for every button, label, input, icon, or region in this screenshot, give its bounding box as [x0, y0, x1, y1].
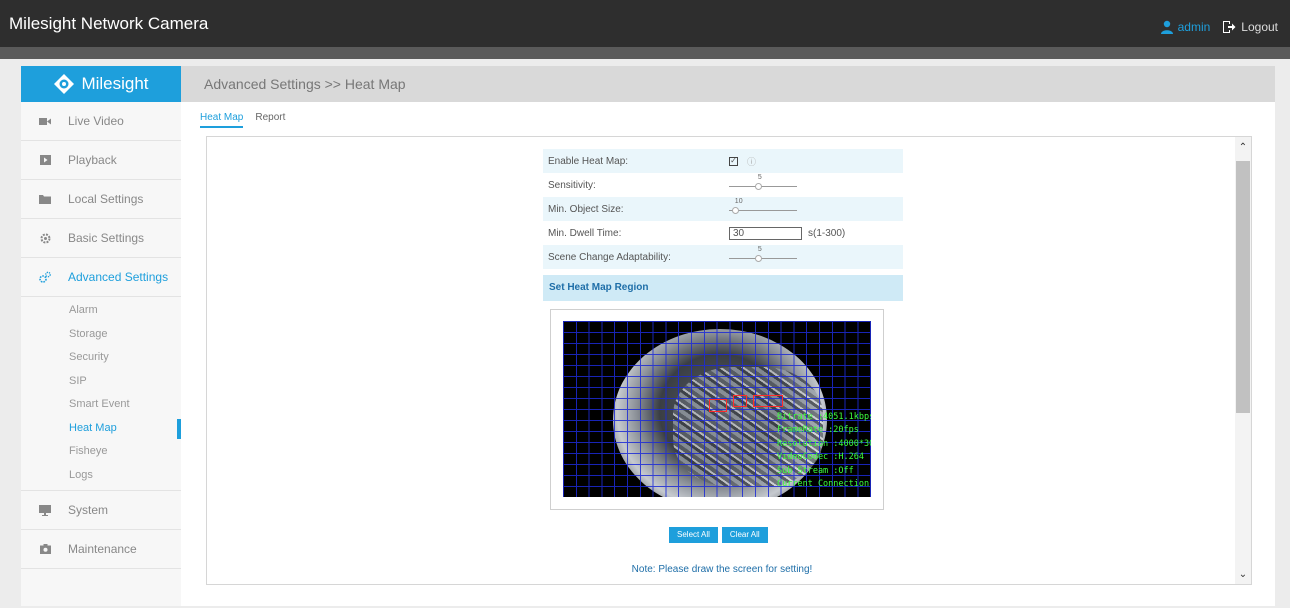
user-icon — [1160, 20, 1173, 34]
sidebar-item-local-settings[interactable]: Local Settings — [21, 180, 181, 219]
sidebar-item-label: Local Settings — [68, 192, 144, 206]
row-scene-change: Scene Change Adaptability: 5 — [543, 245, 903, 269]
main-content: Advanced Settings >> Heat Map Heat Map R… — [181, 66, 1275, 606]
camera-icon — [39, 543, 51, 555]
sidebar-subitem-storage[interactable]: Storage — [21, 323, 181, 347]
row-min-dwell-time: Min. Dwell Time: 30 s(1-300) — [543, 221, 903, 245]
logout-icon[interactable] — [1222, 20, 1236, 34]
video-osd: Bitrate :4051.1kbps FrameRate :20fps Resol… — [777, 411, 871, 491]
min-dwell-time-input[interactable]: 30 — [729, 226, 802, 240]
sidebar-item-basic-settings[interactable]: Basic Settings — [21, 219, 181, 258]
info-icon[interactable]: ⓘ — [747, 155, 756, 168]
video-icon — [39, 115, 51, 127]
clear-all-button[interactable]: Clear All — [721, 527, 768, 543]
min-object-size-slider[interactable]: 10 — [729, 198, 797, 214]
osd-bitrate: Bitrate :4051.1kbps — [777, 412, 871, 422]
enable-heat-map-label: Enable Heat Map: — [548, 155, 629, 167]
breadcrumb: Advanced Settings >> Heat Map — [181, 66, 1275, 102]
sidebar-item-label: Basic Settings — [68, 231, 145, 245]
user-area: admin Logout — [1160, 20, 1278, 34]
select-all-button[interactable]: Select All — [669, 527, 718, 543]
heat-map-region-header: Set Heat Map Region — [543, 275, 903, 301]
admin-link[interactable]: admin — [1178, 20, 1211, 34]
min-dwell-time-label: Min. Dwell Time: — [548, 227, 622, 239]
top-bar-divider — [0, 47, 1290, 59]
sidebar-subitem-heat-map[interactable]: Heat Map — [21, 417, 181, 441]
sidebar-item-label: Maintenance — [68, 542, 137, 556]
video-frame: Bitrate :4051.1kbps FrameRate :20fps Resol… — [550, 309, 884, 510]
heat-map-region-canvas[interactable]: Bitrate :4051.1kbps FrameRate :20fps Resol… — [563, 321, 871, 497]
row-sensitivity: Sensitivity: 5 — [543, 173, 903, 197]
scene-change-value: 5 — [757, 246, 762, 253]
logout-link[interactable]: Logout — [1241, 20, 1278, 34]
osd-connection: Current Connection :2 — [777, 479, 870, 490]
scroll-up-arrow-icon[interactable]: ⌃ — [1235, 139, 1251, 155]
osd-resolution: Resolution :4000*3000 — [777, 438, 871, 449]
brand-logo: Milesight — [21, 66, 181, 102]
tab-bar: Heat Map Report — [200, 112, 297, 128]
sidebar-subitem-logs[interactable]: Logs — [21, 464, 181, 488]
brand-name: Milesight — [81, 74, 149, 93]
app-title: Milesight Network Camera — [9, 14, 209, 33]
scene-change-label: Scene Change Adaptability: — [548, 251, 671, 263]
sensitivity-value: 5 — [757, 174, 762, 181]
tab-report[interactable]: Report — [255, 112, 285, 128]
sidebar-subitem-security[interactable]: Security — [21, 346, 181, 370]
sensitivity-label: Sensitivity: — [548, 179, 596, 191]
osd-sub-stream: Sub Stream :Off — [777, 465, 854, 476]
folder-icon — [39, 193, 51, 205]
sidebar-item-system[interactable]: System — [21, 491, 181, 530]
sidebar-subitem-alarm[interactable]: Alarm — [21, 299, 181, 323]
sidebar-item-label: Playback — [68, 153, 117, 167]
sidebar-subitem-sip[interactable]: SIP — [21, 370, 181, 394]
scroll-thumb[interactable] — [1236, 161, 1250, 413]
sidebar-item-label: System — [68, 503, 109, 517]
slider-handle[interactable] — [754, 255, 762, 262]
playback-icon — [39, 154, 51, 166]
region-cell-marker — [709, 399, 727, 412]
tab-heat-map[interactable]: Heat Map — [200, 112, 244, 128]
advanced-settings-submenu: Alarm Storage Security SIP Smart Event H… — [21, 297, 181, 491]
sensitivity-slider[interactable]: 5 — [729, 174, 797, 190]
sidebar-item-maintenance[interactable]: Maintenance — [21, 530, 181, 569]
sidebar: Milesight Live Video Playback Local Sett… — [21, 66, 181, 606]
draw-note: Note: Please draw the screen for setting… — [631, 564, 813, 575]
osd-framerate: FrameRate :20fps — [777, 425, 859, 436]
heat-map-form: Enable Heat Map: ✓ ⓘ Sensitivity: 5 Min.… — [543, 149, 903, 269]
row-min-object-size: Min. Object Size: 10 — [543, 197, 903, 221]
dwell-time-unit: s(1-300) — [808, 227, 846, 239]
milesight-logo-icon — [54, 74, 75, 94]
settings-panel: Enable Heat Map: ✓ ⓘ Sensitivity: 5 Min.… — [206, 136, 1252, 585]
slider-handle[interactable] — [754, 183, 762, 190]
slider-handle[interactable] — [731, 207, 739, 214]
region-cell-marker — [733, 395, 747, 407]
osd-codec: VideoCodec :H.264 — [777, 452, 864, 463]
sidebar-item-advanced-settings[interactable]: Advanced Settings — [21, 258, 181, 297]
sidebar-item-playback[interactable]: Playback — [21, 141, 181, 180]
min-object-size-value: 10 — [734, 198, 743, 205]
sidebar-subitem-smart-event[interactable]: Smart Event — [21, 393, 181, 417]
sidebar-item-live-video[interactable]: Live Video — [21, 102, 181, 141]
row-enable-heat-map: Enable Heat Map: ✓ ⓘ — [543, 149, 903, 173]
region-cell-marker — [753, 395, 783, 407]
region-buttons: Select All Clear All — [669, 527, 772, 543]
sidebar-item-label: Live Video — [68, 114, 124, 128]
gears-icon — [39, 271, 51, 283]
min-object-size-label: Min. Object Size: — [548, 203, 624, 215]
top-bar: Milesight Network Camera admin Logout — [0, 0, 1290, 47]
sidebar-subitem-fisheye[interactable]: Fisheye — [21, 440, 181, 464]
scroll-down-arrow-icon[interactable]: ⌄ — [1235, 566, 1251, 582]
gear-icon — [39, 232, 51, 244]
scene-change-slider[interactable]: 5 — [729, 246, 797, 262]
vertical-scrollbar[interactable]: ⌃ ⌄ — [1235, 137, 1251, 584]
enable-heat-map-checkbox[interactable]: ✓ — [729, 156, 738, 166]
monitor-icon — [39, 504, 51, 516]
sidebar-item-label: Advanced Settings — [68, 270, 169, 284]
